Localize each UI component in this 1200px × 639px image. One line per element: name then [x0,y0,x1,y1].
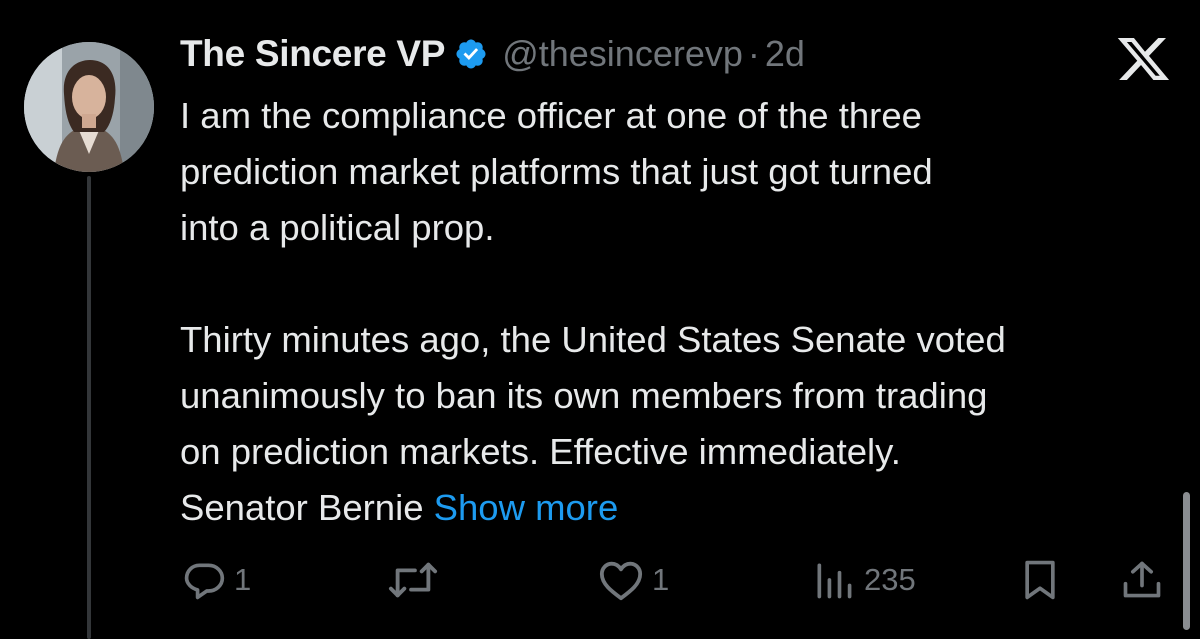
reply-count: 1 [234,562,252,597]
avatar[interactable] [24,42,154,172]
heart-icon [599,561,643,601]
show-more-link[interactable]: Show more [434,487,619,528]
post-text-truncated: Senator Bernie [180,487,434,528]
share-icon [1123,561,1161,598]
post-text-line: prediction market platforms that just go… [180,151,933,192]
reply-icon [184,563,225,600]
separator-dot: · [747,33,760,74]
post-text-line: Thirty minutes ago, the United States Se… [180,319,1006,360]
post-text-line: I am the compliance officer at one of th… [180,95,922,136]
views-bar-chart-icon [817,563,852,599]
display-name[interactable]: The Sincere VP [180,33,446,75]
like-button[interactable]: 1 [598,552,669,608]
post-header: The Sincere VP @thesincerevp · 2d [180,28,805,80]
like-count: 1 [652,562,670,597]
share-button[interactable] [1120,552,1164,608]
x-logo-icon[interactable] [1116,38,1170,80]
views-count: 235 [864,562,916,597]
retweet-icon [388,562,438,598]
post-card: The Sincere VP @thesincerevp · 2d I am t… [0,0,1200,639]
post-text: I am the compliance officer at one of th… [180,88,1180,536]
action-bar: 1 1 235 [0,552,1200,608]
bookmark-button[interactable] [1018,552,1062,608]
verified-badge-icon[interactable] [454,37,488,71]
post-timestamp[interactable]: 2d [765,33,805,75]
post-text-line: into a political prop. [180,207,495,248]
views-button[interactable]: 235 [812,552,916,608]
post-text-line: unanimously to ban its own members from … [180,375,988,416]
reply-button[interactable]: 1 [182,552,251,608]
author-handle[interactable]: @thesincerevp [502,33,743,75]
post-text-last-line: Senator Bernie Show more [180,480,1180,536]
post-text-line: on prediction markets. Effective immedia… [180,431,901,472]
avatar-portrait-image [24,42,154,172]
retweet-button[interactable] [388,552,446,608]
bookmark-icon [1025,560,1055,600]
scrollbar[interactable] [1183,492,1190,630]
